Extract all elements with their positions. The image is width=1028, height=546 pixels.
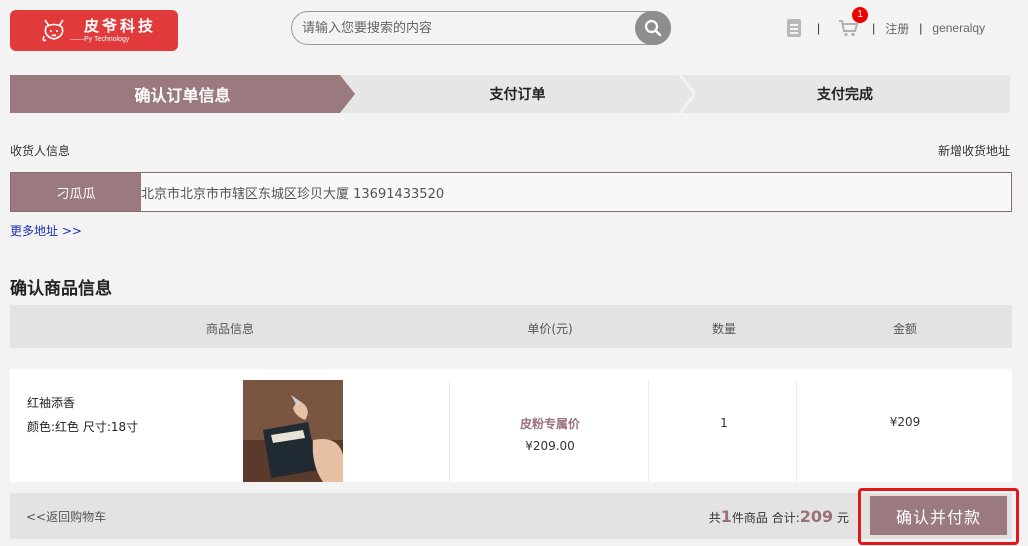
register-link[interactable]: 注册 <box>885 20 909 37</box>
total-amount: 209 <box>799 507 834 526</box>
line-amount: ¥209 <box>889 415 921 429</box>
table-row: 红袖添香 颜色:红色 尺寸:18寸 皮粉专属价 ¥209.00 1 ¥209 <box>10 369 1012 482</box>
orders-icon[interactable] <box>787 19 801 37</box>
nav-separator: | <box>872 21 876 35</box>
add-address-link[interactable]: 新增收货地址 <box>938 142 1010 159</box>
logo[interactable]: 皮爷科技 ——Py Technology <box>10 10 178 51</box>
cart-count-badge: 1 <box>852 7 869 23</box>
step-label: 支付完成 <box>817 87 873 103</box>
column-header-price: 单价(元) <box>527 322 573 336</box>
back-to-cart-link[interactable]: <<返回购物车 <box>26 508 106 525</box>
step-pay-complete: 支付完成 <box>680 75 1010 113</box>
total-label: 件商品 合计: <box>731 511 800 525</box>
receiver-name: 刁瓜瓜 <box>11 173 141 211</box>
column-header-product: 商品信息 <box>205 322 254 336</box>
unit-price: ¥209.00 <box>525 439 575 453</box>
product-name: 红袖添香 <box>27 396 76 410</box>
member-price-tag: 皮粉专属价 <box>519 417 580 431</box>
cat-logo-icon <box>42 19 64 42</box>
quantity: 1 <box>720 416 728 430</box>
logo-title: 皮爷科技 <box>84 17 157 35</box>
confirm-pay-button[interactable]: 确认并付款 <box>868 494 1009 537</box>
total-count: 1 <box>720 507 732 526</box>
order-steps: 支付完成 支付订单 确认订单信息 <box>10 75 1010 113</box>
column-header-qty: 数量 <box>711 322 736 336</box>
goods-section-title: 确认商品信息 <box>10 279 112 299</box>
username-link[interactable]: generalqy <box>932 21 985 35</box>
address-option-selected[interactable]: 刁瓜瓜 北京市北京市市辖区东城区珍贝大厦 13691433520 <box>10 172 1012 212</box>
total-unit: 元 <box>833 511 849 525</box>
step-confirm-order: 确认订单信息 <box>10 75 355 113</box>
logo-subtitle: ——Py Technology <box>70 36 130 43</box>
total-prefix: 共 <box>708 511 721 525</box>
cart-button[interactable]: 1 <box>838 7 869 37</box>
search-icon <box>644 19 662 37</box>
more-address-link[interactable]: 更多地址 >> <box>10 222 82 239</box>
step-label: 确认订单信息 <box>134 86 231 105</box>
search-input[interactable] <box>302 18 622 38</box>
step-pay-order: 支付订单 <box>340 75 695 113</box>
nav-separator: | <box>919 21 923 35</box>
goods-table-header: 商品信息 单价(元) 数量 金额 <box>10 305 1012 348</box>
column-header-amount: 金额 <box>892 322 917 336</box>
product-image <box>243 380 343 482</box>
top-nav: | 1 | 注册 | generalqy <box>787 7 985 38</box>
cell-divider <box>796 379 797 482</box>
product-spec: 颜色:红色 尺寸:18寸 <box>27 420 139 434</box>
search-button[interactable] <box>635 11 671 45</box>
search-bar <box>291 11 671 45</box>
nav-separator: | <box>817 21 821 35</box>
address-detail: 北京市北京市市辖区东城区珍贝大厦 13691433520 <box>141 187 445 202</box>
order-total: 共1件商品 合计:209 元 <box>709 507 849 526</box>
step-label: 支付订单 <box>489 87 546 103</box>
receiver-section-label: 收货人信息 <box>10 144 71 158</box>
